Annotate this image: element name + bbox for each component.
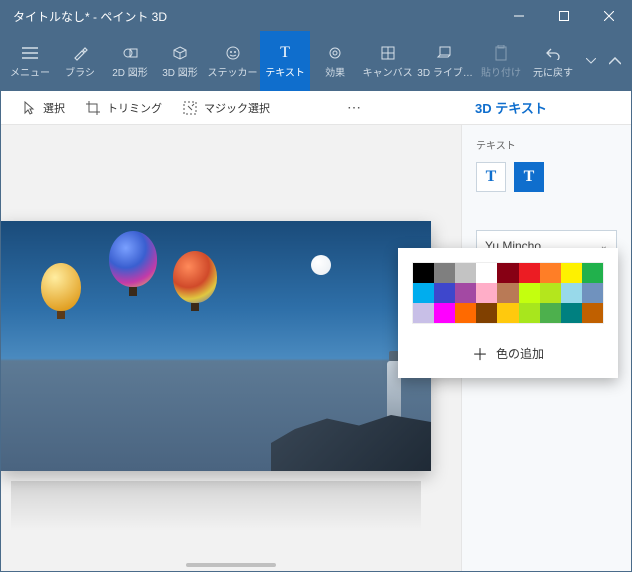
library-icon xyxy=(436,44,454,62)
ribbon-text[interactable]: T テキスト xyxy=(260,31,310,91)
palette-color[interactable] xyxy=(519,303,540,323)
palette-color[interactable] xyxy=(540,263,561,283)
plus-icon: ＋ xyxy=(472,341,488,365)
palette-color[interactable] xyxy=(434,303,455,323)
rocks-graphic xyxy=(271,401,431,471)
moon-graphic xyxy=(311,255,331,275)
ribbon-2d-shapes[interactable]: 2D 図形 xyxy=(105,31,155,91)
balloon-graphic xyxy=(109,231,157,287)
palette-color[interactable] xyxy=(476,263,497,283)
ribbon-undo[interactable]: 元に戻す xyxy=(527,31,579,91)
palette-color[interactable] xyxy=(413,263,434,283)
canvas-shadow xyxy=(11,481,421,531)
paste-icon xyxy=(494,44,508,62)
sub-toolbar: 選択 トリミング マジック選択 ⋯ 3D テキスト xyxy=(1,91,631,125)
ribbon-more[interactable] xyxy=(579,31,603,91)
shapes3d-icon xyxy=(172,44,188,62)
ribbon-3d-shapes[interactable]: 3D 図形 xyxy=(155,31,205,91)
palette-color[interactable] xyxy=(540,303,561,323)
palette-color[interactable] xyxy=(455,303,476,323)
section-label: テキスト xyxy=(476,137,617,152)
ribbon-effects[interactable]: 効果 xyxy=(310,31,360,91)
tool-zoom-out[interactable] xyxy=(314,100,330,116)
crop-icon xyxy=(85,100,101,116)
balloon-graphic xyxy=(41,263,81,311)
menu-icon xyxy=(22,44,38,62)
brush-icon xyxy=(72,44,88,62)
ribbon-collapse[interactable] xyxy=(603,31,627,91)
canvas-area[interactable] xyxy=(1,125,461,571)
panel-title: 3D テキスト xyxy=(461,98,631,117)
ribbon-paste[interactable]: 貼り付け xyxy=(475,31,527,91)
tool-select[interactable]: 選択 xyxy=(11,96,75,120)
palette-color[interactable] xyxy=(519,283,540,303)
tool-3d-view[interactable] xyxy=(330,100,346,116)
close-button[interactable] xyxy=(586,1,631,31)
palette-color[interactable] xyxy=(497,263,518,283)
tool-zoom-in[interactable] xyxy=(298,100,314,116)
palette-color[interactable] xyxy=(561,263,582,283)
effects-icon xyxy=(327,44,343,62)
text-mode-buttons: T T xyxy=(476,162,617,192)
balloon-graphic xyxy=(173,251,217,303)
add-color-button[interactable]: ＋ 色の追加 xyxy=(412,338,604,368)
canvas-scrollbar[interactable] xyxy=(186,563,276,567)
cursor-icon xyxy=(21,100,37,116)
chevron-up-icon xyxy=(609,52,621,70)
palette-color[interactable] xyxy=(582,283,603,303)
palette-color[interactable] xyxy=(497,303,518,323)
ribbon-3d-library[interactable]: 3D ライブ… xyxy=(415,31,475,91)
title-bar: タイトルなし* - ペイント 3D xyxy=(1,1,631,31)
palette-color[interactable] xyxy=(413,283,434,303)
palette-grid xyxy=(412,262,604,324)
palette-color[interactable] xyxy=(582,263,603,283)
ribbon-brushes[interactable]: ブラシ xyxy=(55,31,105,91)
tool-crop[interactable]: トリミング xyxy=(75,96,172,120)
chevron-down-icon xyxy=(586,52,596,70)
text-2d-button[interactable]: T xyxy=(476,162,506,192)
ribbon-menu[interactable]: メニュー xyxy=(5,31,55,91)
palette-color[interactable] xyxy=(455,263,476,283)
palette-color[interactable] xyxy=(540,283,561,303)
palette-color[interactable] xyxy=(476,283,497,303)
shapes2d-icon xyxy=(122,44,138,62)
color-palette-popup: ＋ 色の追加 xyxy=(398,248,618,378)
ribbon-stickers[interactable]: ステッカー xyxy=(205,31,260,91)
magic-select-icon xyxy=(182,100,198,116)
palette-color[interactable] xyxy=(476,303,497,323)
tool-magic-select[interactable]: マジック選択 xyxy=(172,96,280,120)
palette-color[interactable] xyxy=(561,283,582,303)
undo-icon xyxy=(545,44,561,62)
ribbon-canvas[interactable]: キャンバス xyxy=(360,31,415,91)
ribbon: メニュー ブラシ 2D 図形 3D 図形 ステッカー T テキスト 効果 キャン… xyxy=(1,31,631,91)
palette-color[interactable] xyxy=(582,303,603,323)
palette-color[interactable] xyxy=(434,263,455,283)
text-icon: T xyxy=(280,44,290,62)
palette-color[interactable] xyxy=(497,283,518,303)
sticker-icon xyxy=(225,44,241,62)
minimize-button[interactable] xyxy=(496,1,541,31)
palette-color[interactable] xyxy=(413,303,434,323)
text-3d-button[interactable]: T xyxy=(514,162,544,192)
canvas-icon xyxy=(380,44,396,62)
palette-color[interactable] xyxy=(434,283,455,303)
canvas-image[interactable] xyxy=(1,221,431,471)
window-title: タイトルなし* - ペイント 3D xyxy=(1,8,496,25)
palette-color[interactable] xyxy=(561,303,582,323)
palette-color[interactable] xyxy=(519,263,540,283)
maximize-button[interactable] xyxy=(541,1,586,31)
tool-more[interactable]: ⋯ xyxy=(346,100,362,116)
palette-color[interactable] xyxy=(455,283,476,303)
